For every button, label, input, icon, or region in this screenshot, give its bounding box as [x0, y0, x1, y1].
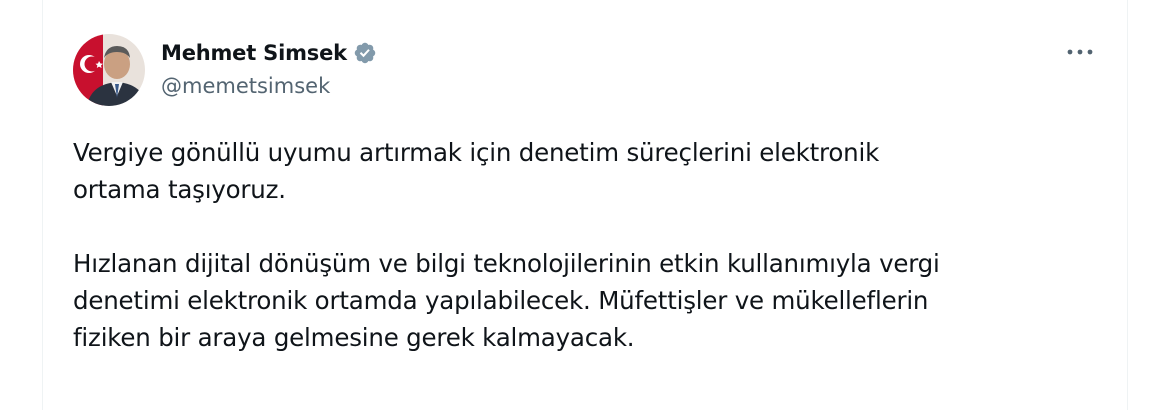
tweet-text: Vergiye gönüllü uyumu artırmak için dene…: [73, 134, 1093, 356]
verified-badge-icon[interactable]: [353, 41, 377, 65]
author-handle[interactable]: @memetsimsek: [161, 74, 330, 98]
tweet-paragraph-1: Vergiye gönüllü uyumu artırmak için dene…: [73, 138, 880, 204]
more-options-button[interactable]: [1063, 40, 1097, 64]
author-avatar[interactable]: [73, 34, 145, 106]
tweet-card: Mehmet Simsek @memetsimsek Vergiye gönül…: [42, 0, 1128, 410]
author-display-name[interactable]: Mehmet Simsek: [161, 41, 347, 65]
more-horizontal-icon: [1067, 49, 1093, 55]
author-name-row: Mehmet Simsek: [161, 38, 377, 68]
avatar-photo-icon: [73, 34, 145, 106]
tweet-paragraph-2: Hızlanan dijital dönüşüm ve bilgi teknol…: [73, 249, 940, 352]
